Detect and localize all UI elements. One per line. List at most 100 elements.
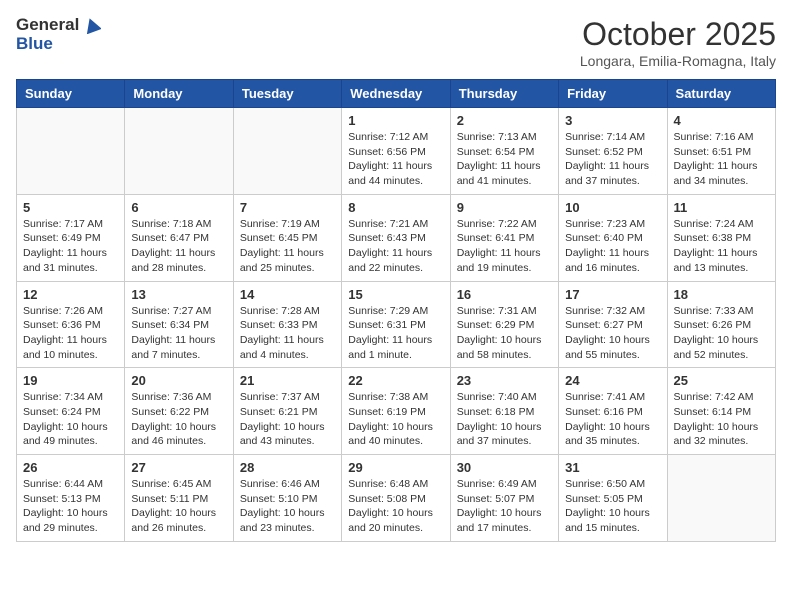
day-info: Sunrise: 7:38 AM Sunset: 6:19 PM Dayligh… — [348, 390, 443, 449]
calendar-cell: 12 Sunrise: 7:26 AM Sunset: 6:36 PM Dayli… — [17, 281, 125, 368]
day-info: Sunrise: 7:34 AM Sunset: 6:24 PM Dayligh… — [23, 390, 118, 449]
day-number: 3 — [565, 113, 660, 128]
day-number: 10 — [565, 200, 660, 215]
calendar-cell: 29 Sunrise: 6:48 AM Sunset: 5:08 PM Dayli… — [342, 455, 450, 542]
calendar-cell: 22 Sunrise: 7:38 AM Sunset: 6:19 PM Dayli… — [342, 368, 450, 455]
day-info: Sunrise: 6:45 AM Sunset: 5:11 PM Dayligh… — [131, 477, 226, 536]
calendar-week-row: 1 Sunrise: 7:12 AM Sunset: 6:56 PM Daylig… — [17, 108, 776, 195]
day-info: Sunrise: 7:27 AM Sunset: 6:34 PM Dayligh… — [131, 304, 226, 363]
calendar-cell: 23 Sunrise: 7:40 AM Sunset: 6:18 PM Dayli… — [450, 368, 558, 455]
day-number: 12 — [23, 287, 118, 302]
day-info: Sunrise: 6:49 AM Sunset: 5:07 PM Dayligh… — [457, 477, 552, 536]
calendar-cell: 14Sunrise: 7:28 AM Sunset: 6:33 PM Dayli… — [233, 281, 341, 368]
day-number: 18 — [674, 287, 769, 302]
calendar-cell — [17, 108, 125, 195]
day-info: Sunrise: 7:31 AM Sunset: 6:29 PM Dayligh… — [457, 304, 552, 363]
day-number: 26 — [23, 460, 118, 475]
day-number: 30 — [457, 460, 552, 475]
day-number: 5 — [23, 200, 118, 215]
day-number: 4 — [674, 113, 769, 128]
day-number: 11 — [674, 200, 769, 215]
day-number: 7 — [240, 200, 335, 215]
day-info: Sunrise: 7:36 AM Sunset: 6:22 PM Dayligh… — [131, 390, 226, 449]
day-info: Sunrise: 7:24 AM Sunset: 6:38 PM Dayligh… — [674, 217, 769, 276]
day-number: 23 — [457, 373, 552, 388]
calendar-cell: 5 Sunrise: 7:17 AM Sunset: 6:49 PM Daylig… — [17, 194, 125, 281]
calendar-cell: 6Sunrise: 7:18 AM Sunset: 6:47 PM Daylig… — [125, 194, 233, 281]
calendar-cell: 27 Sunrise: 6:45 AM Sunset: 5:11 PM Dayli… — [125, 455, 233, 542]
month-title: October 2025 — [580, 16, 776, 53]
day-info: Sunrise: 7:33 AM Sunset: 6:26 PM Dayligh… — [674, 304, 769, 363]
weekday-header-thursday: Thursday — [450, 80, 558, 108]
day-info: Sunrise: 7:37 AM Sunset: 6:21 PM Dayligh… — [240, 390, 335, 449]
calendar-cell: 21 Sunrise: 7:37 AM Sunset: 6:21 PM Dayli… — [233, 368, 341, 455]
logo-blue: Blue — [16, 35, 101, 54]
calendar-cell: 18 Sunrise: 7:33 AM Sunset: 6:26 PM Dayli… — [667, 281, 775, 368]
day-info: Sunrise: 7:22 AM Sunset: 6:41 PM Dayligh… — [457, 217, 552, 276]
location: Longara, Emilia-Romagna, Italy — [580, 53, 776, 69]
day-number: 20 — [131, 373, 226, 388]
calendar-cell: 28 Sunrise: 6:46 AM Sunset: 5:10 PM Dayli… — [233, 455, 341, 542]
weekday-header-tuesday: Tuesday — [233, 80, 341, 108]
calendar-cell: 1 Sunrise: 7:12 AM Sunset: 6:56 PM Daylig… — [342, 108, 450, 195]
day-number: 29 — [348, 460, 443, 475]
calendar-cell — [233, 108, 341, 195]
calendar-cell: 30 Sunrise: 6:49 AM Sunset: 5:07 PM Dayli… — [450, 455, 558, 542]
day-info: Sunrise: 7:40 AM Sunset: 6:18 PM Dayligh… — [457, 390, 552, 449]
day-info: Sunrise: 7:16 AM Sunset: 6:51 PM Dayligh… — [674, 130, 769, 189]
calendar-week-row: 5 Sunrise: 7:17 AM Sunset: 6:49 PM Daylig… — [17, 194, 776, 281]
day-info: Sunrise: 7:23 AM Sunset: 6:40 PM Dayligh… — [565, 217, 660, 276]
calendar-cell: 15 Sunrise: 7:29 AM Sunset: 6:31 PM Dayli… — [342, 281, 450, 368]
calendar-table: SundayMondayTuesdayWednesdayThursdayFrid… — [16, 79, 776, 542]
day-number: 16 — [457, 287, 552, 302]
day-number: 24 — [565, 373, 660, 388]
day-info: Sunrise: 6:44 AM Sunset: 5:13 PM Dayligh… — [23, 477, 118, 536]
day-info: Sunrise: 7:19 AM Sunset: 6:45 PM Dayligh… — [240, 217, 335, 276]
calendar-cell — [667, 455, 775, 542]
calendar-cell: 16 Sunrise: 7:31 AM Sunset: 6:29 PM Dayli… — [450, 281, 558, 368]
day-number: 28 — [240, 460, 335, 475]
day-info: Sunrise: 7:32 AM Sunset: 6:27 PM Dayligh… — [565, 304, 660, 363]
day-number: 2 — [457, 113, 552, 128]
logo-icon — [83, 16, 101, 34]
weekday-header-sunday: Sunday — [17, 80, 125, 108]
day-info: Sunrise: 7:14 AM Sunset: 6:52 PM Dayligh… — [565, 130, 660, 189]
day-info: Sunrise: 6:48 AM Sunset: 5:08 PM Dayligh… — [348, 477, 443, 536]
calendar-cell: 26 Sunrise: 6:44 AM Sunset: 5:13 PM Dayli… — [17, 455, 125, 542]
calendar-cell: 7 Sunrise: 7:19 AM Sunset: 6:45 PM Daylig… — [233, 194, 341, 281]
calendar-cell: 4 Sunrise: 7:16 AM Sunset: 6:51 PM Daylig… — [667, 108, 775, 195]
calendar-cell: 3 Sunrise: 7:14 AM Sunset: 6:52 PM Daylig… — [559, 108, 667, 195]
day-info: Sunrise: 6:46 AM Sunset: 5:10 PM Dayligh… — [240, 477, 335, 536]
day-number: 17 — [565, 287, 660, 302]
day-info: Sunrise: 7:29 AM Sunset: 6:31 PM Dayligh… — [348, 304, 443, 363]
logo: General Blue — [16, 16, 101, 53]
day-info: Sunrise: 7:26 AM Sunset: 6:36 PM Dayligh… — [23, 304, 118, 363]
weekday-header-row: SundayMondayTuesdayWednesdayThursdayFrid… — [17, 80, 776, 108]
day-info: Sunrise: 7:13 AM Sunset: 6:54 PM Dayligh… — [457, 130, 552, 189]
day-info: Sunrise: 7:28 AM Sunset: 6:33 PM Dayligh… — [240, 304, 335, 363]
calendar-cell: 8Sunrise: 7:21 AM Sunset: 6:43 PM Daylig… — [342, 194, 450, 281]
calendar-cell: 17 Sunrise: 7:32 AM Sunset: 6:27 PM Dayli… — [559, 281, 667, 368]
calendar-week-row: 19 Sunrise: 7:34 AM Sunset: 6:24 PM Dayli… — [17, 368, 776, 455]
calendar-cell: 10 Sunrise: 7:23 AM Sunset: 6:40 PM Dayli… — [559, 194, 667, 281]
day-number: 27 — [131, 460, 226, 475]
calendar-cell: 24Sunrise: 7:41 AM Sunset: 6:16 PM Dayli… — [559, 368, 667, 455]
day-number: 15 — [348, 287, 443, 302]
calendar-week-row: 26 Sunrise: 6:44 AM Sunset: 5:13 PM Dayli… — [17, 455, 776, 542]
title-block: October 2025 Longara, Emilia-Romagna, It… — [580, 16, 776, 69]
weekday-header-wednesday: Wednesday — [342, 80, 450, 108]
day-info: Sunrise: 7:12 AM Sunset: 6:56 PM Dayligh… — [348, 130, 443, 189]
calendar-cell: 19 Sunrise: 7:34 AM Sunset: 6:24 PM Dayli… — [17, 368, 125, 455]
logo-general: General — [16, 16, 79, 35]
day-number: 22 — [348, 373, 443, 388]
day-number: 8 — [348, 200, 443, 215]
calendar-cell: 20 Sunrise: 7:36 AM Sunset: 6:22 PM Dayli… — [125, 368, 233, 455]
day-number: 1 — [348, 113, 443, 128]
day-info: Sunrise: 7:17 AM Sunset: 6:49 PM Dayligh… — [23, 217, 118, 276]
day-info: Sunrise: 7:42 AM Sunset: 6:14 PM Dayligh… — [674, 390, 769, 449]
day-number: 21 — [240, 373, 335, 388]
calendar-cell: 11 Sunrise: 7:24 AM Sunset: 6:38 PM Dayli… — [667, 194, 775, 281]
calendar-cell: 31Sunrise: 6:50 AM Sunset: 5:05 PM Dayli… — [559, 455, 667, 542]
day-number: 19 — [23, 373, 118, 388]
calendar-cell: 9Sunrise: 7:22 AM Sunset: 6:41 PM Daylig… — [450, 194, 558, 281]
